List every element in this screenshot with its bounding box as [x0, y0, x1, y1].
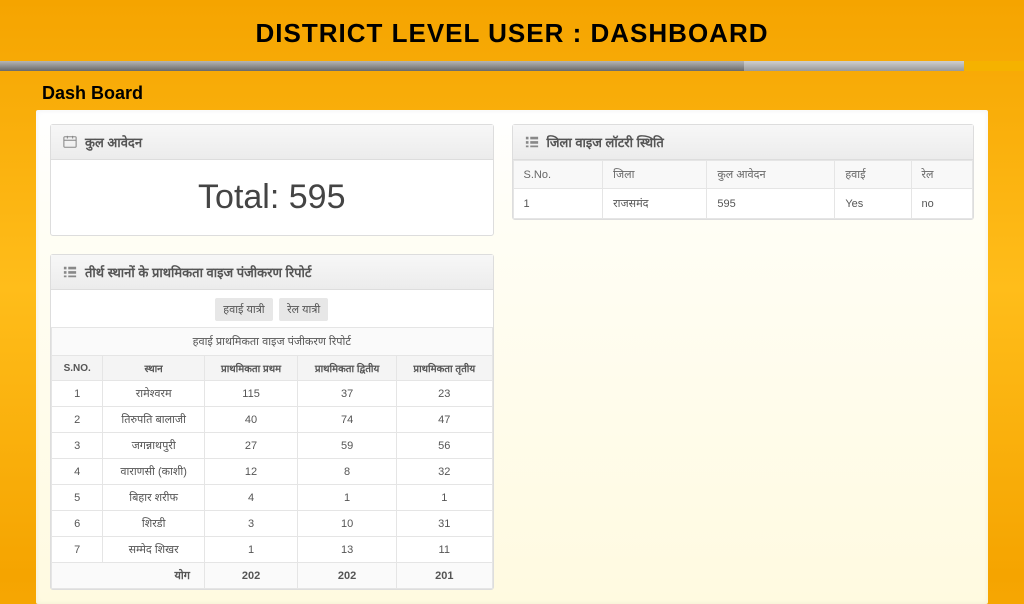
table-cell: 27	[204, 433, 297, 459]
table-row: 1राजसमंद595Yesno	[513, 189, 972, 219]
priority-table: हवाई प्राथमिकता वाइज पंजीकरण रिपोर्ट S.N…	[51, 327, 493, 589]
table-cell: 2	[52, 407, 103, 433]
section-subhead: Dash Board	[0, 71, 1024, 110]
total-label: Total:	[198, 178, 279, 216]
table-row: 3जगन्नाथपुरी275956	[52, 433, 493, 459]
decorative-stripe	[0, 61, 1024, 71]
col-p1: प्राथमिकता प्रथम	[204, 356, 297, 381]
dashboard-content: कुल आवेदन Total: 595 तीर्थ स्थानों के प्…	[36, 110, 988, 604]
table-cell: 13	[298, 537, 397, 563]
table-cell: शिरडी	[103, 511, 205, 537]
table-cell: 31	[397, 511, 493, 537]
table-cell: 595	[707, 189, 835, 219]
table-header-row: S.NO. स्थान प्राथमिकता प्रथम प्राथमिकता …	[52, 356, 493, 381]
table-cell: 3	[52, 433, 103, 459]
table-cell: 11	[397, 537, 493, 563]
table-row: 5बिहार शरीफ411	[52, 485, 493, 511]
table-row: 2तिरुपति बालाजी407447	[52, 407, 493, 433]
table-cell: 40	[204, 407, 297, 433]
table-cell: रामेश्वरम	[103, 381, 205, 407]
table-cell: 7	[52, 537, 103, 563]
table-cell: 1	[513, 189, 603, 219]
calendar-icon	[63, 135, 77, 149]
col-sno: S.No.	[513, 161, 603, 189]
table-row: 6शिरडी31031	[52, 511, 493, 537]
panel-title: तीर्थ स्थानों के प्राथमिकता वाइज पंजीकरण…	[85, 263, 311, 281]
panel-title: कुल आवेदन	[85, 133, 142, 151]
table-cell: 47	[397, 407, 493, 433]
list-icon	[63, 265, 77, 279]
col-district: जिला	[603, 161, 707, 189]
table-cell: 10	[298, 511, 397, 537]
table-cell: 37	[298, 381, 397, 407]
table-cell: 32	[397, 459, 493, 485]
table-cell: बिहार शरीफ	[103, 485, 205, 511]
table-row: 4वाराणसी (काशी)12832	[52, 459, 493, 485]
lottery-status-panel: जिला वाइज लॉटरी स्थिति S.No. जिला कुल आव…	[512, 124, 974, 220]
col-p3: प्राथमिकता तृतीय	[397, 356, 493, 381]
table-cell: सम्मेद शिखर	[103, 537, 205, 563]
col-air: हवाई	[835, 161, 911, 189]
col-place: स्थान	[103, 356, 205, 381]
table-cell: 115	[204, 381, 297, 407]
panel-header: तीर्थ स्थानों के प्राथमिकता वाइज पंजीकरण…	[51, 255, 493, 290]
priority-report-panel: तीर्थ स्थानों के प्राथमिकता वाइज पंजीकरण…	[50, 254, 494, 590]
table-row: 1रामेश्वरम1153723	[52, 381, 493, 407]
table-cell: तिरुपति बालाजी	[103, 407, 205, 433]
table-cell: 59	[298, 433, 397, 459]
title-bar: DISTRICT LEVEL USER : DASHBOARD	[0, 0, 1024, 61]
total-applications-panel: कुल आवेदन Total: 595	[50, 124, 494, 236]
table-cell: 5	[52, 485, 103, 511]
table-row: 7सम्मेद शिखर11311	[52, 537, 493, 563]
col-rail: रेल	[911, 161, 973, 189]
table-cell: 12	[204, 459, 297, 485]
panel-header: जिला वाइज लॉटरी स्थिति	[513, 125, 973, 160]
tab-row: हवाई यात्री रेल यात्री	[51, 290, 493, 327]
table-cell: 3	[204, 511, 297, 537]
total-value: 595	[289, 178, 346, 216]
panel-header: कुल आवेदन	[51, 125, 493, 160]
col-p2: प्राथमिकता द्वितीय	[298, 356, 397, 381]
table-cell: Yes	[835, 189, 911, 219]
table-cell: 4	[52, 459, 103, 485]
list-icon	[525, 135, 539, 149]
tab-rail[interactable]: रेल यात्री	[279, 298, 328, 321]
table-cell: 56	[397, 433, 493, 459]
table-cell: वाराणसी (काशी)	[103, 459, 205, 485]
table-cell: no	[911, 189, 973, 219]
table-cell: 23	[397, 381, 493, 407]
tab-air[interactable]: हवाई यात्री	[215, 298, 272, 321]
table-cell: 6	[52, 511, 103, 537]
table-cell: जगन्नाथपुरी	[103, 433, 205, 459]
table-cell: राजसमंद	[603, 189, 707, 219]
lottery-table: S.No. जिला कुल आवेदन हवाई रेल 1राजसमंद59…	[513, 160, 973, 219]
page-title: DISTRICT LEVEL USER : DASHBOARD	[0, 18, 1024, 49]
table-cell: 1	[204, 537, 297, 563]
table-caption: हवाई प्राथमिकता वाइज पंजीकरण रिपोर्ट	[52, 328, 493, 356]
table-cell: 1	[298, 485, 397, 511]
table-cell: 4	[204, 485, 297, 511]
panel-title: जिला वाइज लॉटरी स्थिति	[547, 133, 664, 151]
col-total: कुल आवेदन	[707, 161, 835, 189]
table-cell: 1	[397, 485, 493, 511]
table-cell: 74	[298, 407, 397, 433]
col-sno: S.NO.	[52, 356, 103, 381]
table-cell: 8	[298, 459, 397, 485]
total-value-box: Total: 595	[51, 160, 493, 235]
table-cell: 1	[52, 381, 103, 407]
table-header-row: S.No. जिला कुल आवेदन हवाई रेल	[513, 161, 972, 189]
